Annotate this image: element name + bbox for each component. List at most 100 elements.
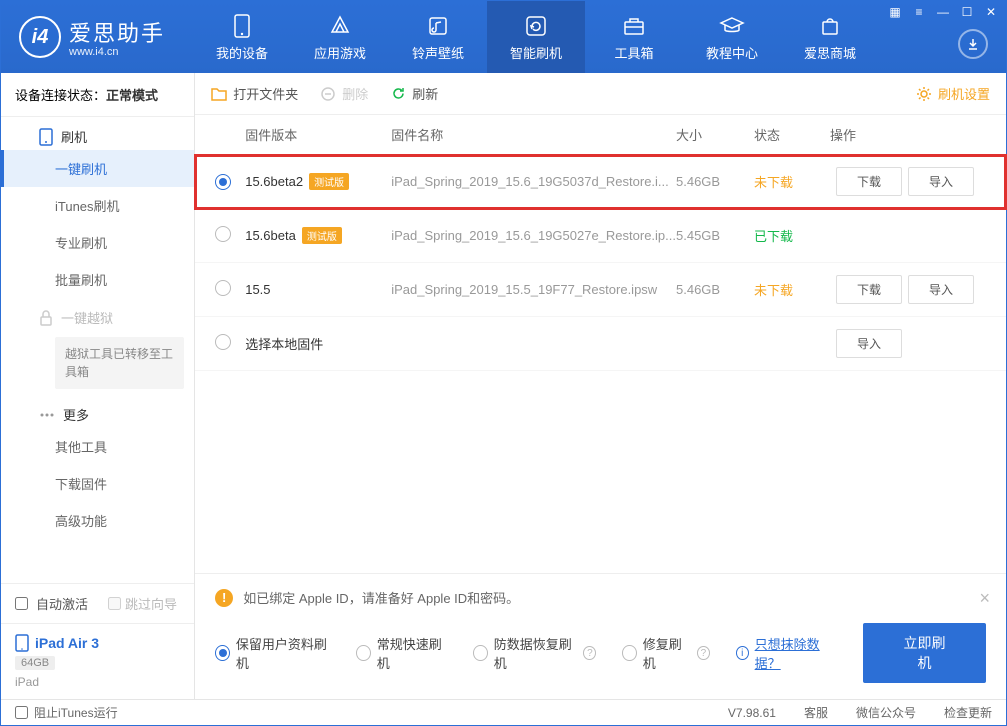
import-button[interactable]: 导入 xyxy=(908,275,974,304)
footer: 阻止iTunes运行 V7.98.61 客服 微信公众号 检查更新 xyxy=(1,699,1006,725)
fw-version: 15.6beta测试版 xyxy=(245,227,391,244)
nav-smart-flash[interactable]: 智能刷机 xyxy=(487,1,585,73)
sidebar-item-other-tools[interactable]: 其他工具 xyxy=(1,428,194,465)
download-button[interactable]: 下载 xyxy=(836,275,902,304)
table-row[interactable]: 15.5iPad_Spring_2019_15.5_19F77_Restore.… xyxy=(195,263,1006,317)
sidebar-item-oneclick-flash[interactable]: 一键刷机 xyxy=(1,150,194,187)
radio-icon xyxy=(622,645,636,661)
toolbar-open-folder[interactable]: 打开文件夹 xyxy=(211,84,298,103)
erase-link[interactable]: 只想抹除数据？ xyxy=(755,634,837,672)
nav-my-device[interactable]: 我的设备 xyxy=(193,1,291,73)
nav-store[interactable]: 爱思商城 xyxy=(781,1,879,73)
sidebar-group-jailbreak: 一键越狱 xyxy=(1,298,194,331)
download-button[interactable]: 下载 xyxy=(836,167,902,196)
apps-icon xyxy=(327,13,353,39)
col-version: 固件版本 xyxy=(245,125,391,144)
fw-filename: iPad_Spring_2019_15.5_19F77_Restore.ipsw xyxy=(391,282,676,297)
main-panel: 打开文件夹 删除 刷新 刷机设置 固件版本 固件名称 大小 状态 xyxy=(195,73,1006,699)
toolbar-delete: 删除 xyxy=(320,84,368,103)
close-alert-icon[interactable]: × xyxy=(979,588,990,609)
table-row[interactable]: 15.6beta测试版iPad_Spring_2019_15.6_19G5027… xyxy=(195,209,1006,263)
device-info: iPad Air 3 64GB iPad xyxy=(1,623,194,699)
nav-ringtones-wallpapers[interactable]: 铃声壁纸 xyxy=(389,1,487,73)
close-icon[interactable]: ✕ xyxy=(982,5,1000,19)
fw-status: 未下载 xyxy=(754,280,830,299)
radio-icon xyxy=(215,645,230,661)
tablet-icon xyxy=(15,634,29,652)
table-row[interactable]: 选择本地固件 导入 xyxy=(195,317,1006,371)
bag-icon xyxy=(817,13,843,39)
sidebar-item-advanced[interactable]: 高级功能 xyxy=(1,502,194,539)
logo-title: 爱思助手 xyxy=(69,16,165,48)
fw-version: 选择本地固件 xyxy=(245,334,391,353)
logo-icon: i4 xyxy=(19,16,61,58)
row-radio[interactable] xyxy=(215,174,231,190)
fw-filename: iPad_Spring_2019_15.6_19G5027e_Restore.i… xyxy=(391,228,676,243)
sidebar-item-pro-flash[interactable]: 专业刷机 xyxy=(1,224,194,261)
nav-tutorials[interactable]: 教程中心 xyxy=(683,1,781,73)
footer-wechat[interactable]: 微信公众号 xyxy=(856,704,916,721)
info-icon: i xyxy=(736,646,749,660)
footer-check-update[interactable]: 检查更新 xyxy=(944,704,992,721)
row-radio[interactable] xyxy=(215,226,231,242)
fw-version: 15.6beta2测试版 xyxy=(245,173,391,190)
grid-icon[interactable]: ▦ xyxy=(886,5,904,19)
sidebar-group-flash[interactable]: 刷机 xyxy=(1,117,194,150)
skip-guide-checkbox xyxy=(108,597,121,610)
bottom-panel: ! 如已绑定 Apple ID，请准备好 Apple ID和密码。 × 保留用户… xyxy=(195,573,1006,699)
toolbar-refresh[interactable]: 刷新 xyxy=(390,84,438,103)
music-icon xyxy=(425,13,451,39)
block-itunes-checkbox[interactable] xyxy=(15,706,28,719)
fw-actions: 下载导入 xyxy=(830,275,986,304)
device-type: iPad xyxy=(15,675,180,689)
sidebar-item-batch-flash[interactable]: 批量刷机 xyxy=(1,261,194,298)
minimize-icon[interactable]: — xyxy=(934,5,952,19)
help-icon[interactable]: ? xyxy=(583,646,596,660)
sidebar-group-more[interactable]: 更多 xyxy=(1,395,194,428)
flash-options: 保留用户资料刷机 常规快速刷机 防数据恢复刷机? 修复刷机? i只想抹除数据？ … xyxy=(215,623,986,683)
fw-status: 已下载 xyxy=(754,226,830,245)
sidebar-item-itunes-flash[interactable]: iTunes刷机 xyxy=(1,187,194,224)
fw-filename: iPad_Spring_2019_15.6_19G5037d_Restore.i… xyxy=(391,174,676,189)
beta-badge: 测试版 xyxy=(309,173,349,190)
alert-icon: ! xyxy=(215,589,233,607)
fw-size: 5.46GB xyxy=(676,282,754,297)
nav-toolbox[interactable]: 工具箱 xyxy=(585,1,683,73)
alert-row: ! 如已绑定 Apple ID，请准备好 Apple ID和密码。 xyxy=(215,588,986,607)
beta-badge: 测试版 xyxy=(302,227,342,244)
refresh-small-icon xyxy=(390,86,406,102)
fw-size: 5.46GB xyxy=(676,174,754,189)
menu-icon[interactable]: ≡ xyxy=(910,5,928,19)
toolbox-icon xyxy=(621,13,647,39)
import-button[interactable]: 导入 xyxy=(908,167,974,196)
flash-now-button[interactable]: 立即刷机 xyxy=(863,623,986,683)
row-radio[interactable] xyxy=(215,280,231,296)
gear-icon xyxy=(916,86,932,102)
opt-keep-data[interactable]: 保留用户资料刷机 xyxy=(215,634,330,672)
fw-actions: 导入 xyxy=(830,329,986,358)
auto-activate-row: 自动激活 跳过向导 xyxy=(1,584,194,623)
opt-normal-flash[interactable]: 常规快速刷机 xyxy=(356,634,447,672)
col-action: 操作 xyxy=(830,125,986,144)
col-status: 状态 xyxy=(754,125,830,144)
opt-anti-recovery[interactable]: 防数据恢复刷机? xyxy=(473,634,596,672)
fw-size: 5.45GB xyxy=(676,228,754,243)
row-radio[interactable] xyxy=(215,334,231,350)
import-button[interactable]: 导入 xyxy=(836,329,902,358)
help-icon[interactable]: ? xyxy=(697,646,710,660)
footer-service[interactable]: 客服 xyxy=(804,704,828,721)
opt-repair-flash[interactable]: 修复刷机? xyxy=(622,634,710,672)
download-circle-icon[interactable] xyxy=(958,29,988,59)
graduation-icon xyxy=(719,13,745,39)
nav-apps-games[interactable]: 应用游戏 xyxy=(291,1,389,73)
block-itunes-row[interactable]: 阻止iTunes运行 xyxy=(15,704,118,721)
lock-icon xyxy=(39,310,53,326)
auto-activate-checkbox[interactable] xyxy=(15,597,28,610)
device-status: 设备连接状态：正常模式 xyxy=(1,73,194,117)
sidebar-item-download-fw[interactable]: 下载固件 xyxy=(1,465,194,502)
col-name: 固件名称 xyxy=(391,125,676,144)
maximize-icon[interactable]: ☐ xyxy=(958,5,976,19)
table-row[interactable]: 15.6beta2测试版iPad_Spring_2019_15.6_19G503… xyxy=(195,155,1006,209)
toolbar-settings[interactable]: 刷机设置 xyxy=(916,84,990,103)
table-header: 固件版本 固件名称 大小 状态 操作 xyxy=(195,115,1006,155)
